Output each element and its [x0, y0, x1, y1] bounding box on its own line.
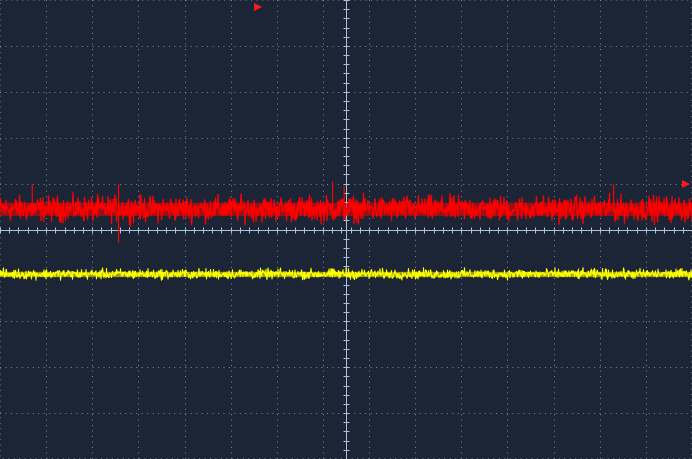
oscilloscope-screen	[0, 0, 692, 459]
trace-core-ch1	[0, 202, 692, 216]
waveform-display	[0, 0, 692, 459]
